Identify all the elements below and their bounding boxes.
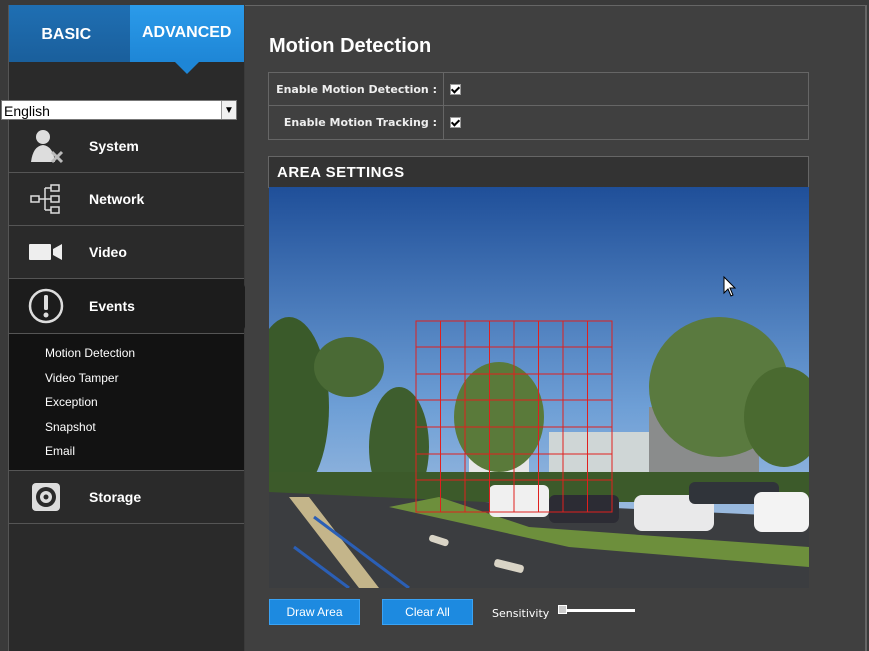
camera-preview[interactable] [269, 187, 809, 588]
mode-tabs: BASIC ADVANCED [9, 5, 244, 74]
chevron-down-icon[interactable]: ▼ [221, 101, 236, 119]
sidebar: BASIC ADVANCED English ▼ System Network … [1, 5, 254, 651]
sidebar-item-label: Video [89, 244, 127, 260]
sidebar-item-label: System [89, 138, 139, 154]
sensitivity-slider-handle[interactable] [558, 605, 567, 614]
sidebar-item-label: Storage [89, 488, 142, 505]
motion-settings-form: Enable Motion Detection : Enable Motion … [268, 72, 809, 140]
enable-detection-checkbox[interactable] [450, 83, 461, 95]
sidebar-item-events[interactable]: Events [9, 279, 254, 334]
enable-tracking-label: Enable Motion Tracking : [283, 116, 437, 129]
system-tools-icon [23, 126, 69, 166]
language-select[interactable]: English ▼ [1, 100, 237, 120]
tab-basic[interactable]: BASIC [9, 5, 130, 62]
sidebar-item-video[interactable]: Video [9, 226, 244, 279]
clear-all-button[interactable]: Clear All [382, 599, 473, 625]
sidebar-spacer [9, 62, 244, 100]
sidebar-item-label: Network [89, 191, 145, 207]
submenu-snapshot[interactable]: Snapshot [45, 415, 244, 440]
draw-area-button[interactable]: Draw Area [269, 599, 360, 625]
camera-image [269, 187, 809, 588]
alert-circle-icon [23, 286, 69, 326]
submenu-exception[interactable]: Exception [45, 390, 244, 415]
sidebar-item-system[interactable]: System [9, 120, 244, 173]
page-title: Motion Detection [269, 35, 432, 57]
submenu-motion-detection[interactable]: Motion Detection [45, 341, 244, 366]
network-tree-icon [23, 179, 69, 219]
form-cell [443, 106, 461, 139]
sidebar-item-storage[interactable]: Storage [9, 471, 244, 524]
storage-disk-icon [23, 477, 69, 517]
enable-tracking-checkbox[interactable] [450, 117, 461, 128]
form-row-enable-tracking: Enable Motion Tracking : [269, 106, 808, 139]
sensitivity-label: Sensitivity [492, 607, 550, 620]
main-panel: Motion Detection Enable Motion Detection… [245, 5, 867, 651]
language-select-value: English [4, 103, 50, 119]
sidebar-item-label: Events [89, 298, 135, 314]
area-settings-panel: AREA SETTINGS [268, 156, 809, 188]
sidebar-item-network[interactable]: Network [9, 173, 244, 226]
form-row-enable-detection: Enable Motion Detection : [269, 73, 808, 106]
video-camera-icon [23, 232, 69, 272]
submenu-video-tamper[interactable]: Video Tamper [45, 366, 244, 391]
submenu-email[interactable]: Email [45, 439, 244, 464]
form-cell [443, 73, 461, 105]
sensitivity-slider-track[interactable] [561, 609, 635, 612]
area-settings-header: AREA SETTINGS [269, 157, 808, 187]
enable-detection-label: Enable Motion Detection : [276, 82, 437, 96]
tab-advanced[interactable]: ADVANCED [129, 5, 244, 74]
events-submenu: Motion Detection Video Tamper Exception … [9, 334, 244, 471]
